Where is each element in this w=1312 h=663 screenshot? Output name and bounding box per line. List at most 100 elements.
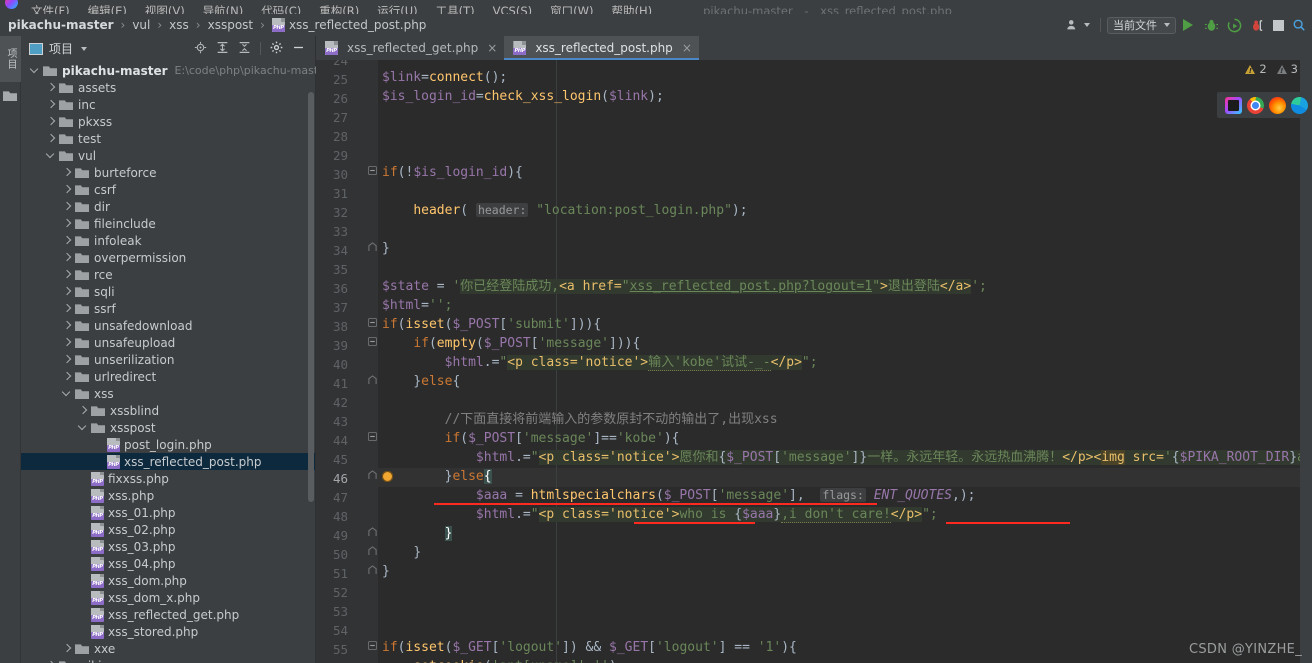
fold-end-icon[interactable]: [368, 565, 377, 578]
menu-navigate[interactable]: 导航(N): [194, 5, 253, 14]
inspection-widget[interactable]: 2 3: [1245, 62, 1298, 76]
chevron-right-icon[interactable]: [63, 304, 72, 313]
tree-folder-row[interactable]: pikachu-master E:\code\php\pikachu-master: [21, 62, 329, 79]
tree-file-row[interactable]: PHP xss.php: [21, 487, 315, 504]
fold-collapse-icon[interactable]: [368, 432, 377, 444]
chevron-right-icon[interactable]: [63, 168, 72, 177]
tree-folder-row[interactable]: unsafeupload: [21, 334, 315, 351]
menu-help[interactable]: 帮助(H): [602, 5, 661, 14]
tree-folder-row[interactable]: test: [21, 130, 315, 147]
chevron-right-icon[interactable]: [63, 253, 72, 262]
chevron-right-icon[interactable]: [63, 644, 72, 653]
editor-marker-bar[interactable]: [1300, 60, 1312, 663]
menu-vcs[interactable]: VCS(S): [484, 5, 541, 14]
tree-file-row[interactable]: PHP xss_02.php: [21, 521, 315, 538]
run-button[interactable]: [1176, 15, 1200, 35]
tree-file-row[interactable]: PHP post_login.php: [21, 436, 315, 453]
project-tree[interactable]: pikachu-master E:\code\php\pikachu-master…: [21, 61, 329, 663]
tree-folder-row[interactable]: inc: [21, 96, 315, 113]
menu-edit[interactable]: 编辑(E): [79, 5, 136, 14]
menu-view[interactable]: 视图(V): [136, 5, 194, 14]
phpstorm-icon[interactable]: [1225, 96, 1242, 114]
tree-file-row[interactable]: PHP xss_03.php: [21, 538, 315, 555]
expand-all-icon[interactable]: [216, 41, 229, 57]
tree-folder-row[interactable]: dir: [21, 198, 315, 215]
chevron-down-icon[interactable]: [47, 151, 56, 160]
chrome-icon[interactable]: [1247, 96, 1264, 114]
run-with-coverage-button[interactable]: [1223, 15, 1246, 35]
tree-folder-row[interactable]: unsafedownload: [21, 317, 315, 334]
locate-icon[interactable]: [194, 41, 207, 57]
tree-file-row[interactable]: PHP fixxss.php: [21, 470, 315, 487]
tree-folder-row[interactable]: urlredirect: [21, 368, 315, 385]
chevron-right-icon[interactable]: [47, 100, 56, 109]
chevron-down-icon[interactable]: [63, 389, 72, 398]
tree-file-row[interactable]: PHP xss_reflected_post.php: [21, 453, 315, 470]
chevron-right-icon[interactable]: [63, 219, 72, 228]
tree-folder-row[interactable]: xsspost: [21, 419, 315, 436]
breadcrumb-item-file[interactable]: xss_reflected_post.php: [289, 18, 426, 32]
editor-gutter[interactable]: 24 25 26 27 28 29 30 31 32 33 34 35 36 37 38 39 40 41 42 43…: [316, 60, 378, 663]
tree-file-row[interactable]: PHP xss_reflected_get.php: [21, 606, 315, 623]
tree-folder-row[interactable]: xssblind: [21, 402, 315, 419]
chevron-right-icon[interactable]: [79, 406, 88, 415]
tree-folder-row[interactable]: pkxss: [21, 113, 315, 130]
fold-collapse-icon[interactable]: [368, 641, 377, 653]
hide-panel-icon[interactable]: [292, 41, 305, 57]
search-everywhere-icon[interactable]: [1288, 15, 1310, 35]
chevron-down-icon[interactable]: [81, 46, 88, 51]
tree-file-row[interactable]: PHP xss_stored.php: [21, 623, 315, 640]
edge-icon[interactable]: [1291, 96, 1308, 114]
menu-run[interactable]: 运行(U): [368, 5, 426, 14]
tree-folder-row[interactable]: infoleak: [21, 232, 315, 249]
chevron-right-icon[interactable]: [63, 321, 72, 330]
tree-folder-row[interactable]: burteforce: [21, 164, 315, 181]
chevron-right-icon[interactable]: [47, 134, 56, 143]
tree-folder-row[interactable]: rce: [21, 266, 315, 283]
menu-window[interactable]: 窗口(W): [541, 5, 602, 14]
chevron-right-icon[interactable]: [63, 236, 72, 245]
tree-file-row[interactable]: PHP xss_01.php: [21, 504, 315, 521]
editor-tab-xss-reflected-post[interactable]: PHP xss_reflected_post.php ×: [504, 36, 699, 60]
profiler-button[interactable]: [1246, 15, 1269, 35]
chevron-right-icon[interactable]: [63, 185, 72, 194]
tree-folder-row[interactable]: xss: [21, 385, 315, 402]
menu-file[interactable]: 文件(F): [22, 5, 79, 14]
scrollbar-thumb[interactable]: [308, 92, 314, 502]
tree-folder-row[interactable]: unserilization: [21, 351, 315, 368]
user-settings-icon[interactable]: [1062, 15, 1094, 35]
tree-file-row[interactable]: PHP xss_dom_x.php: [21, 589, 315, 606]
tree-folder-row[interactable]: csrf: [21, 181, 315, 198]
chevron-down-icon[interactable]: [79, 423, 88, 432]
tree-folder-row[interactable]: xxe: [21, 640, 315, 657]
project-scrollbar[interactable]: [308, 64, 314, 663]
tree-folder-row[interactable]: wiki: [21, 657, 315, 663]
fold-end-icon[interactable]: [368, 242, 377, 255]
chevron-right-icon[interactable]: [63, 372, 72, 381]
fold-end-icon[interactable]: [368, 546, 377, 559]
collapse-all-icon[interactable]: [238, 41, 251, 57]
chevron-right-icon[interactable]: [63, 270, 72, 279]
breadcrumb-item-vul[interactable]: vul: [132, 18, 150, 32]
breadcrumb-item-xsspost[interactable]: xsspost: [208, 18, 254, 32]
tree-folder-row[interactable]: sqli: [21, 283, 315, 300]
tree-file-row[interactable]: PHP xss_04.php: [21, 555, 315, 572]
breadcrumb-item-xss[interactable]: xss: [169, 18, 189, 32]
chevron-right-icon[interactable]: [63, 202, 72, 211]
tree-folder-row[interactable]: overpermission: [21, 249, 315, 266]
tree-folder-row[interactable]: assets: [21, 79, 315, 96]
editor-tab-xss-reflected-get[interactable]: PHP xss_reflected_get.php ×: [316, 36, 504, 60]
settings-gear-icon[interactable]: [270, 41, 283, 57]
close-icon[interactable]: ×: [487, 41, 497, 55]
chevron-right-icon[interactable]: [47, 83, 56, 92]
chevron-down-icon[interactable]: [31, 66, 40, 75]
fold-end-icon[interactable]: [368, 470, 377, 483]
fold-end-icon[interactable]: [368, 527, 377, 540]
code-editor[interactable]: 24 25 26 27 28 29 30 31 32 33 34 35 36 37 38 39 40 41 42 43…: [316, 60, 1312, 663]
tool-window-tab-project[interactable]: 项目: [0, 36, 21, 82]
run-configuration-selector[interactable]: 当前文件: [1107, 16, 1176, 34]
fold-collapse-icon[interactable]: [368, 318, 377, 330]
chevron-right-icon[interactable]: [63, 338, 72, 347]
fold-end-icon[interactable]: [368, 375, 377, 388]
chevron-right-icon[interactable]: [47, 117, 56, 126]
